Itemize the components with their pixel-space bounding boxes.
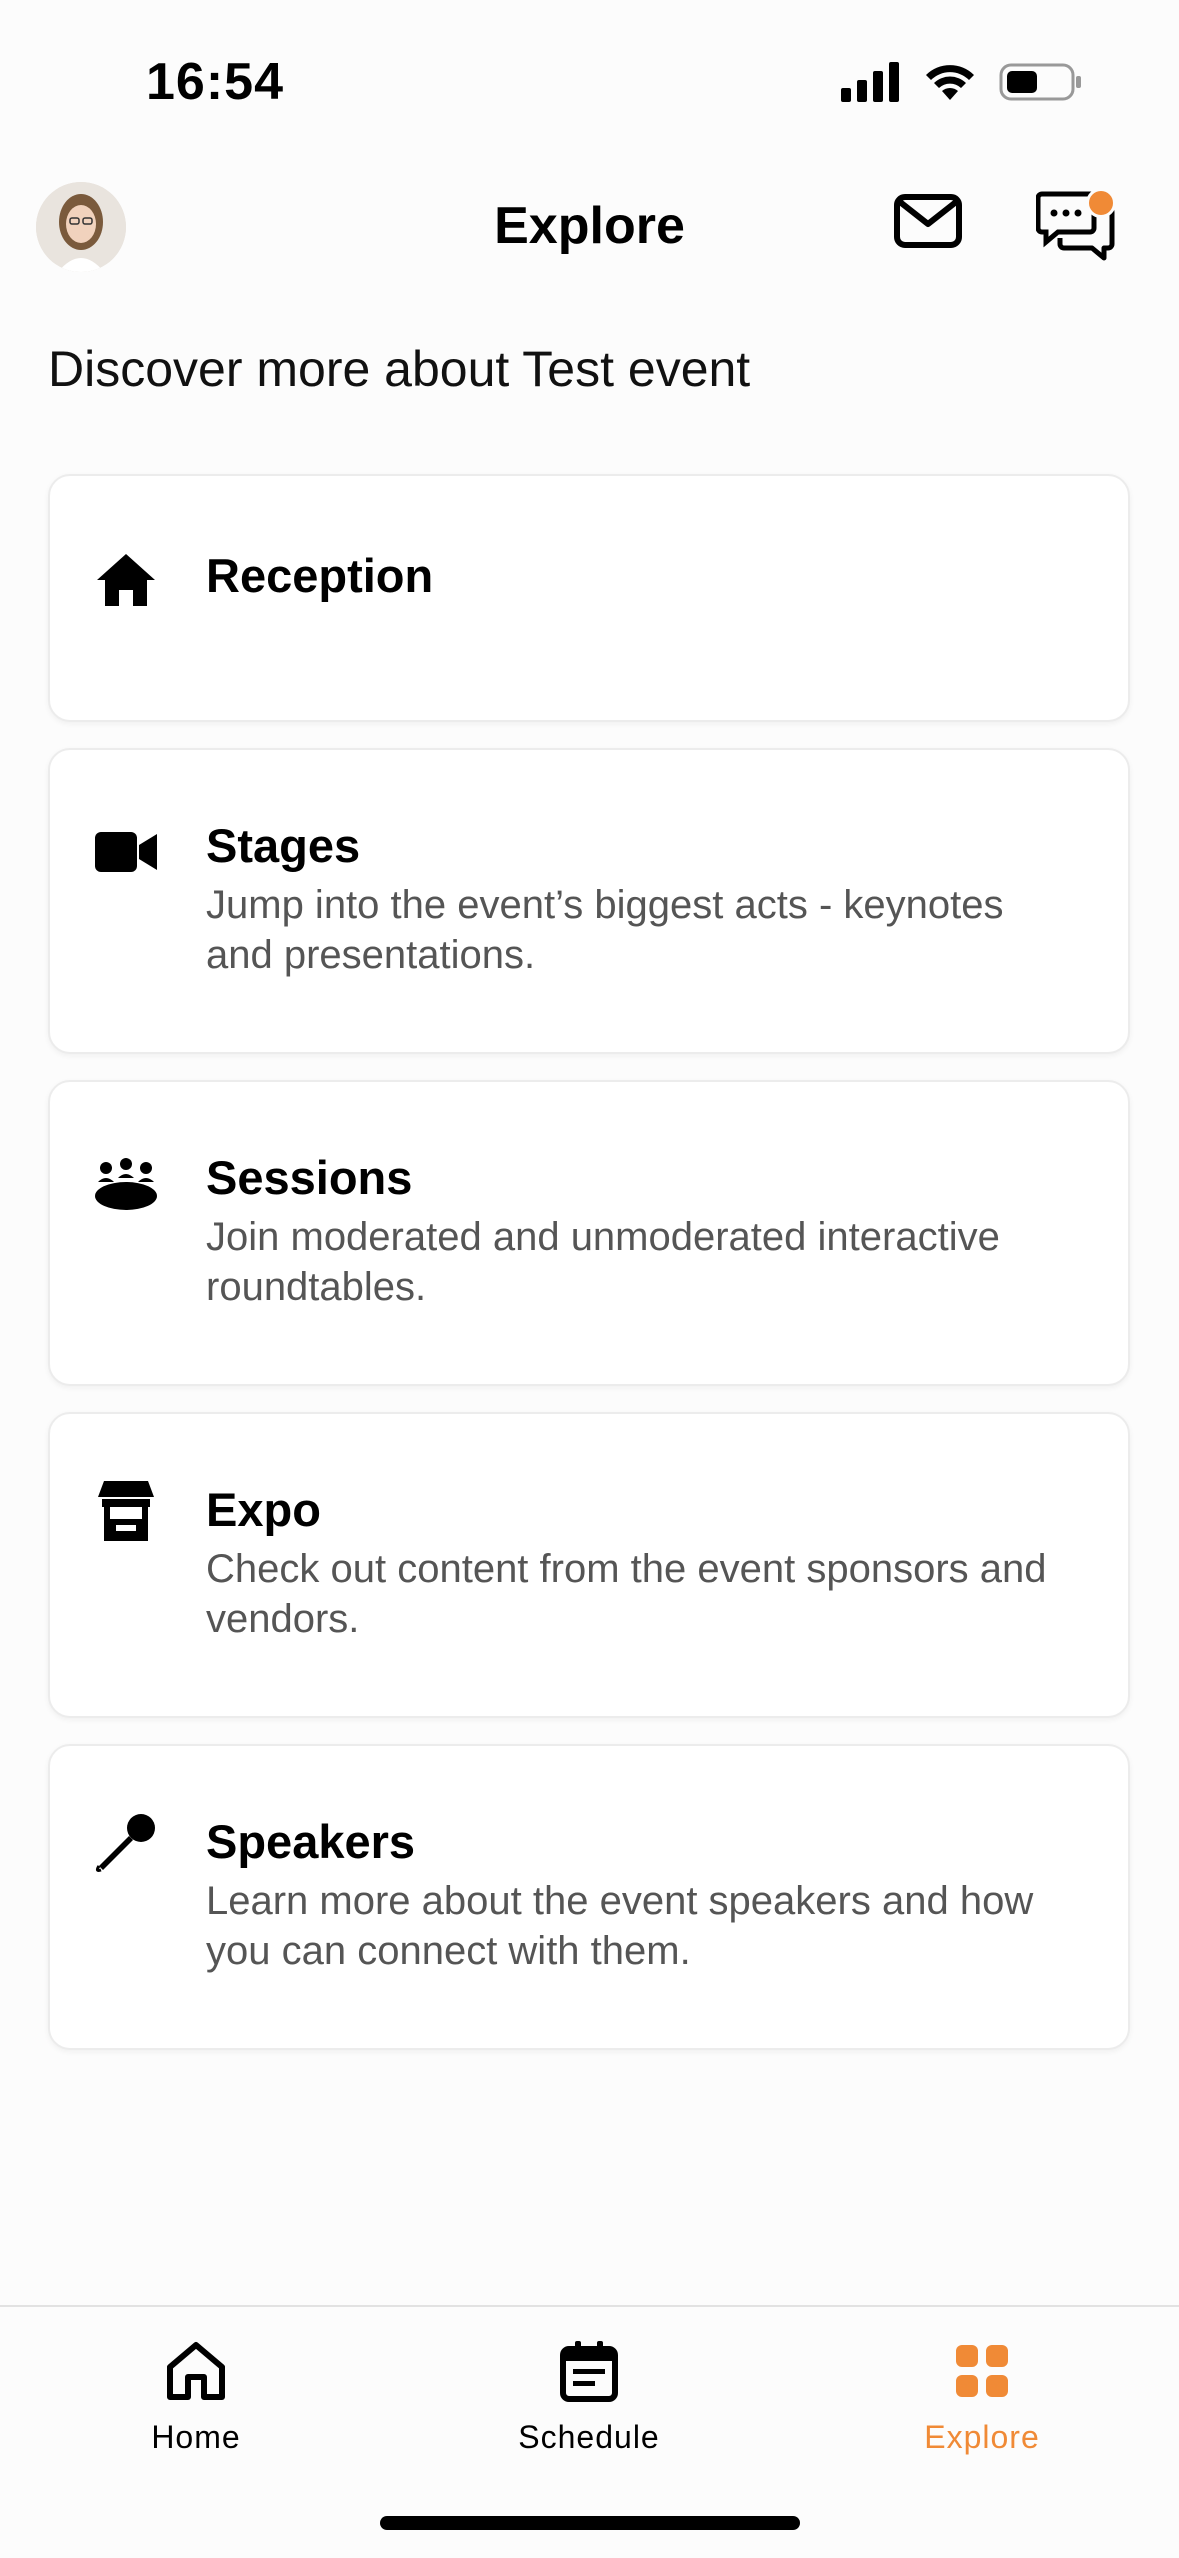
card-reception[interactable]: Reception: [48, 474, 1130, 722]
card-title: Sessions: [206, 1151, 413, 1204]
nav-label: Schedule: [518, 2419, 660, 2455]
wifi-icon: [926, 65, 974, 100]
card-speakers[interactable]: Speakers Learn more about the event spea…: [48, 1744, 1130, 2050]
inbox-button[interactable]: [892, 190, 964, 254]
card-sessions[interactable]: Sessions Join moderated and unmoderated …: [48, 1080, 1130, 1386]
mail-icon: [894, 194, 962, 248]
card-title: Stages: [206, 819, 361, 872]
card-title: Expo: [206, 1483, 321, 1536]
card-description: Learn more about the event speakers and …: [206, 1879, 1034, 1973]
home-outline-icon: [167, 2342, 225, 2400]
top-header: Explore: [0, 170, 1179, 290]
card-title: Speakers: [206, 1815, 416, 1868]
video-camera-icon: [94, 820, 158, 884]
page-subtitle: Discover more about Test event: [48, 341, 751, 397]
card-expo[interactable]: Expo Check out content from the event sp…: [48, 1412, 1130, 1718]
calendar-icon: [560, 2341, 618, 2402]
people-table-icon: [94, 1152, 158, 1216]
card-stages[interactable]: Stages Jump into the event’s biggest act…: [48, 748, 1130, 1054]
cellular-signal-icon: [841, 62, 899, 102]
home-indicator: [380, 2516, 800, 2530]
explore-list: Reception Stages Jump into the event’s b…: [48, 474, 1130, 2076]
grid-icon: [956, 2345, 1008, 2397]
nav-label: Home: [151, 2419, 241, 2455]
card-description: Join moderated and unmoderated interacti…: [206, 1215, 1000, 1309]
microphone-icon: [94, 1810, 158, 1874]
home-icon: [94, 548, 158, 612]
status-bar: 16:54: [0, 0, 1179, 170]
status-icons: [841, 62, 1083, 102]
battery-icon: [999, 63, 1081, 101]
nav-label: Explore: [924, 2419, 1040, 2455]
booth-icon: [94, 1478, 158, 1542]
page-title: Explore: [494, 197, 685, 255]
card-description: Jump into the event’s biggest acts - key…: [206, 883, 1004, 977]
status-time: 16:54: [146, 53, 284, 111]
card-title: Reception: [206, 549, 434, 602]
notification-dot: [1086, 188, 1116, 218]
chat-button[interactable]: [1035, 188, 1116, 266]
card-description: Check out content from the event sponsor…: [206, 1547, 1047, 1641]
